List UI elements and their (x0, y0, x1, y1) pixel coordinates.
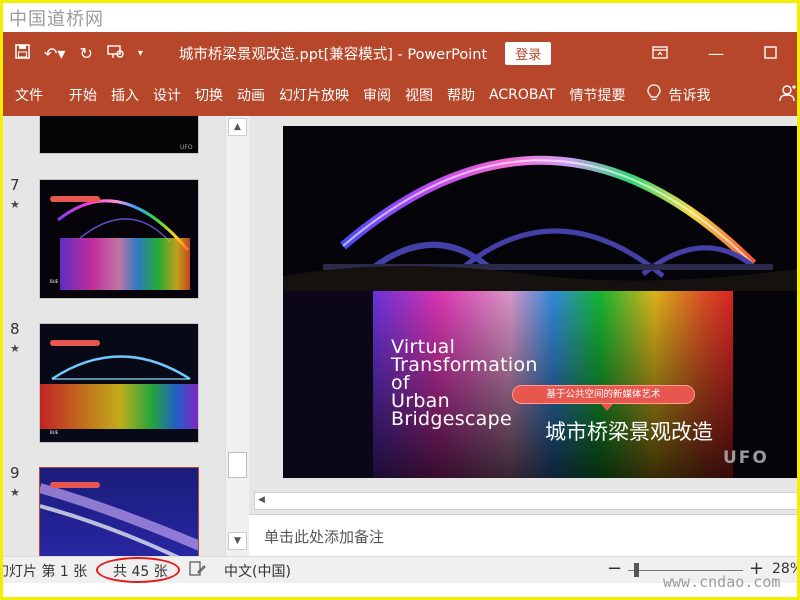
redo-icon[interactable]: ↻ (79, 44, 92, 63)
highlight-ellipse (96, 557, 180, 583)
slide-thumbnail-8[interactable]: BUE (39, 323, 199, 443)
save-icon[interactable] (15, 43, 30, 63)
language-indicator[interactable]: 中文(中国) (224, 561, 291, 581)
svg-text:BUE: BUE (50, 279, 59, 284)
login-button[interactable]: 登录 (505, 41, 552, 65)
slide-subtitle-badge: 基于公共空间的新媒体艺术 (512, 385, 695, 404)
slide-horizontal-scrollbar[interactable]: ◀ (254, 492, 797, 510)
thumbnail-number-8: 8 (10, 320, 20, 338)
scroll-left-arrow-icon[interactable]: ◀ (258, 495, 265, 505)
thumbnail-number-7: 7 (10, 176, 20, 194)
title-bar: ↶▾ ↻ ▾ 城市桥梁景观改造.ppt[兼容模式] - PowerPoint 登… (3, 32, 797, 74)
tab-view[interactable]: 视图 (398, 85, 440, 105)
scroll-down-arrow-icon[interactable]: ▼ (228, 532, 247, 550)
watermark-top: 中国道桥网 (9, 9, 104, 30)
svg-text:BUE: BUE (50, 430, 59, 435)
thumbnail-number-9: 9 (10, 464, 20, 482)
watermark-bottom: www.cndao.com (663, 573, 781, 591)
tell-me-search[interactable]: 告诉我 (669, 85, 711, 105)
notes-pane[interactable]: 单击此处添加备注 (249, 514, 797, 556)
window-controls: — (652, 44, 797, 63)
tab-review[interactable]: 审阅 (356, 85, 398, 105)
slide-english-title: Virtual Transformation of Urban Bridgesc… (391, 336, 538, 430)
customize-icon[interactable]: ▾ (138, 48, 143, 59)
screenshot-frame: 中国道桥网 ↶▾ ↻ ▾ 城市桥梁景观改造.ppt[兼容模式] - PowerP… (0, 0, 800, 600)
svg-text:UFO: UFO (180, 144, 193, 151)
present-icon[interactable] (107, 44, 124, 63)
slide-thumbnails-pane[interactable]: UFO 7 ★ BUE 8 ★ BUE 9 ★ (3, 116, 225, 556)
notes-placeholder: 单击此处添加备注 (264, 528, 385, 546)
tab-animations[interactable]: 动画 (230, 85, 272, 105)
maximize-icon[interactable] (764, 44, 777, 63)
minimize-icon[interactable]: — (708, 44, 724, 63)
tab-insert[interactable]: 插入 (104, 85, 146, 105)
zoom-slider[interactable] (628, 570, 743, 571)
slide-thumbnail-9[interactable] (39, 467, 199, 556)
animation-star-icon: ★ (10, 198, 20, 211)
slide-thumbnail-6[interactable]: UFO (39, 116, 199, 154)
tab-slideshow[interactable]: 幻灯片放映 (272, 85, 356, 105)
tab-acrobat[interactable]: ACROBAT (482, 87, 563, 103)
tab-transitions[interactable]: 切换 (188, 85, 230, 105)
lightbulb-icon[interactable] (646, 84, 661, 106)
zoom-out-button[interactable]: − (607, 558, 622, 579)
slide-logo: UFO (723, 448, 769, 468)
badge-pointer (601, 404, 613, 411)
thumbnail-scrollbar[interactable]: ▲ ▼ (225, 116, 249, 556)
tab-design[interactable]: 设计 (146, 85, 188, 105)
slide-chinese-title: 城市桥梁景观改造 (545, 420, 713, 444)
window-title: 城市桥梁景观改造.ppt[兼容模式] - PowerPoint (178, 46, 488, 63)
slide-thumbnail-7[interactable]: BUE (39, 179, 199, 299)
tab-home[interactable]: 开始 (62, 85, 104, 105)
ribbon-tabs: 文件 开始 插入 设计 切换 动画 幻灯片放映 审阅 视图 帮助 ACROBAT… (3, 74, 797, 116)
share-user-icon[interactable] (779, 84, 797, 106)
zoom-slider-thumb[interactable] (634, 563, 639, 577)
quick-access-toolbar: ↶▾ ↻ ▾ (3, 44, 143, 63)
slide-editor-pane: Virtual Transformation of Urban Bridgesc… (249, 116, 797, 556)
scroll-up-arrow-icon[interactable]: ▲ (228, 118, 247, 136)
animation-star-icon: ★ (10, 486, 20, 499)
animation-star-icon: ★ (10, 342, 20, 355)
tab-storyboarding[interactable]: 情节提要 (563, 85, 633, 105)
ribbon-display-icon[interactable] (652, 44, 668, 63)
undo-icon[interactable]: ↶▾ (44, 44, 65, 63)
accessibility-icon[interactable] (189, 560, 206, 581)
tab-file[interactable]: 文件 (3, 85, 50, 105)
current-slide[interactable]: Virtual Transformation of Urban Bridgesc… (283, 126, 797, 478)
tab-help[interactable]: 帮助 (440, 85, 482, 105)
scrollbar-thumb[interactable] (228, 452, 247, 478)
slide-position: 幻灯片 第 1 张 (0, 564, 88, 580)
